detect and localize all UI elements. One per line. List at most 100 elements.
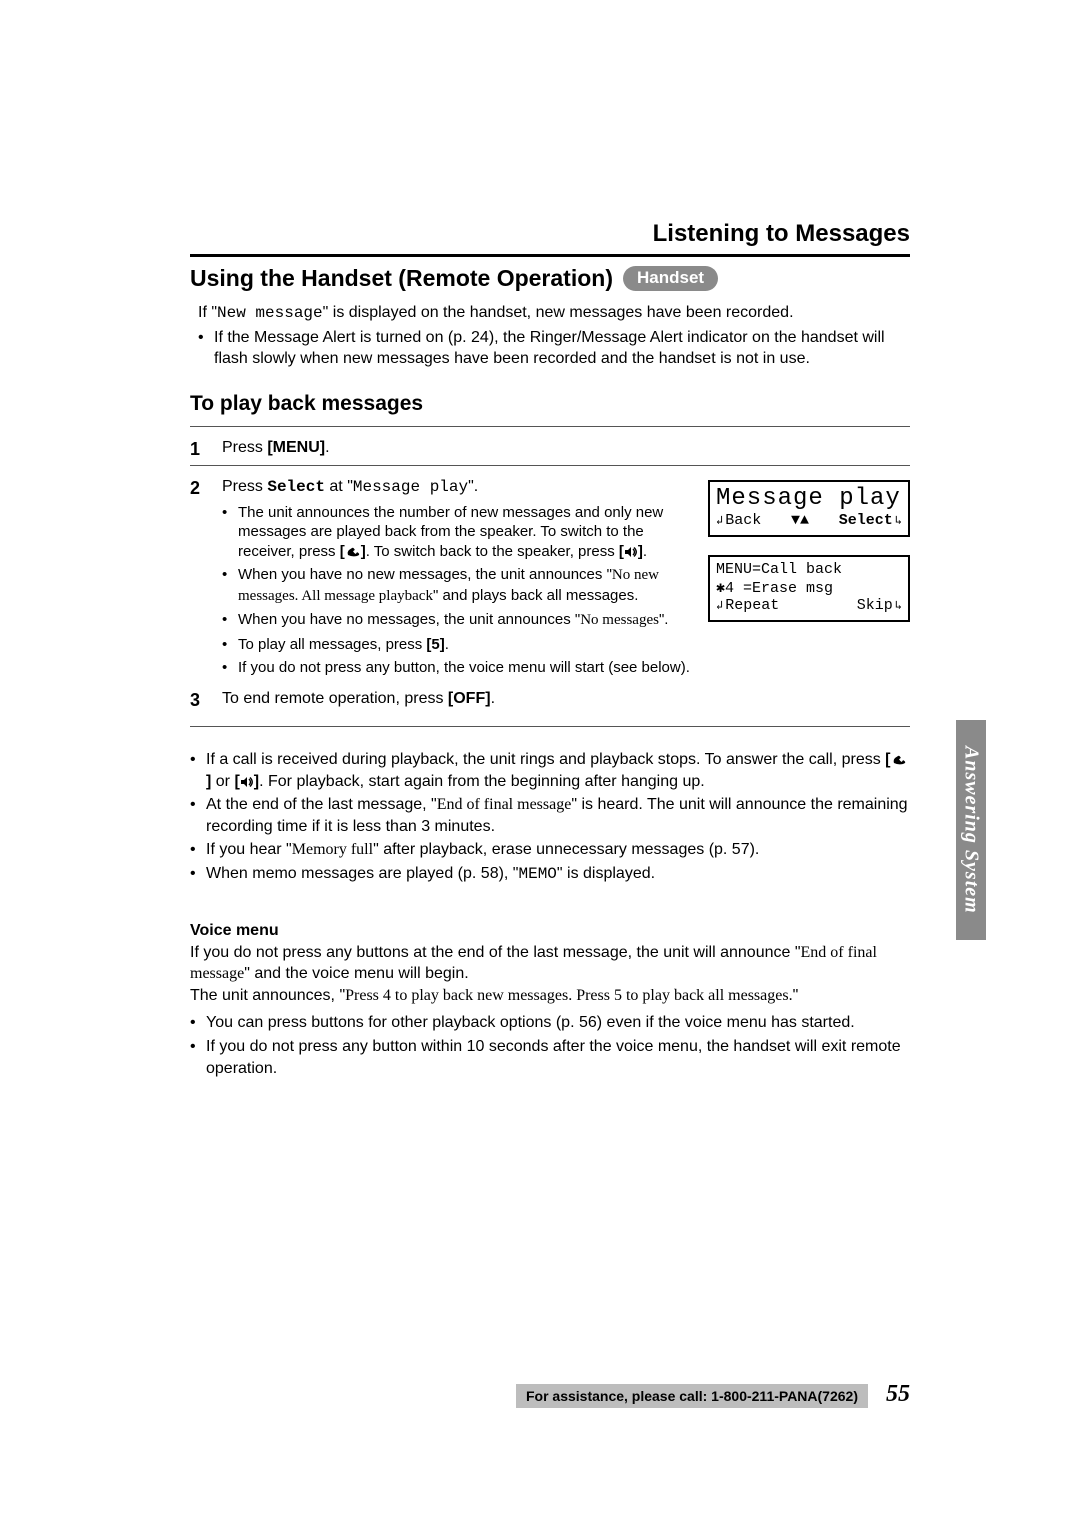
step-2: 2 Press Select at "Message play". • The …	[190, 476, 690, 678]
step-number: 3	[190, 688, 210, 712]
sub-bullet: • When you have no messages, the unit an…	[222, 610, 690, 631]
bullet-icon: •	[222, 658, 232, 678]
text: To play all messages, press [5].	[238, 635, 449, 655]
step-number: 1	[190, 437, 210, 461]
step-text: Press Select at "Message play". • The un…	[222, 476, 690, 678]
text: . To switch back to the speaker, press	[366, 543, 619, 560]
left-arrow-icon: ↲	[716, 600, 723, 612]
intro-line: If "New message" is displayed on the han…	[198, 302, 910, 325]
text: .	[643, 543, 647, 560]
manual-page: Listening to Messages Using the Handset …	[0, 0, 1080, 1528]
note-bullet: • When memo messages are played (p. 58),…	[190, 863, 910, 886]
section-tab-label: Answering System	[960, 746, 983, 914]
text: If you do not press any buttons at the e…	[190, 944, 801, 961]
step-text: Press [MENU].	[222, 437, 910, 461]
text: " and plays back all messages.	[433, 587, 638, 604]
text: or	[211, 773, 234, 790]
bullet-icon: •	[222, 635, 232, 655]
text: You can press buttons for other playback…	[206, 1012, 855, 1034]
heading-rule	[190, 254, 910, 257]
bullet-icon: •	[198, 327, 208, 370]
handset-badge: Handset	[623, 266, 718, 291]
sub-bullet: • If you do not press any button, the vo…	[222, 658, 690, 678]
lcd-column: Message play ↲Back ▼▲ Select↳ MENU=Call …	[708, 476, 910, 640]
step-2-row: 2 Press Select at "Message play". • The …	[190, 476, 910, 716]
text: When you have no messages, the unit anno…	[238, 610, 668, 631]
voice-text: End of final message	[437, 796, 572, 813]
text: . For playback, start again from the beg…	[259, 773, 705, 790]
text: "	[793, 987, 799, 1004]
bullet-icon: •	[190, 1012, 200, 1034]
assistance-banner: For assistance, please call: 1-800-211-P…	[516, 1384, 868, 1408]
text: " after playback, erase unnecessary mess…	[373, 841, 759, 858]
text: The unit announces the number of new mes…	[238, 503, 690, 562]
key-label: [OFF]	[448, 690, 491, 707]
bullet-icon: •	[190, 863, 200, 886]
bullet-icon: •	[222, 503, 232, 562]
bullet-icon: •	[222, 610, 232, 631]
softkey-name: Select	[267, 478, 325, 496]
title-row: Using the Handset (Remote Operation) Han…	[190, 265, 910, 292]
intro-block: If "New message" is displayed on the han…	[198, 302, 910, 370]
text: If the Message Alert is turned on (p. 24…	[214, 327, 910, 370]
text: Select	[839, 512, 893, 529]
text: When memo messages are played (p. 58), "	[206, 865, 518, 882]
lcd-screen-1: Message play ↲Back ▼▲ Select↳	[708, 480, 910, 537]
bullet-icon: •	[222, 565, 232, 606]
bullet-icon: •	[190, 1036, 200, 1079]
text: ".	[468, 478, 478, 495]
text: If you hear "Memory full" after playback…	[206, 839, 759, 861]
talk-icon	[891, 754, 907, 766]
text: ".	[659, 611, 669, 628]
text: When you have no new messages, the unit …	[238, 566, 612, 583]
text: At the end of the last message, "	[206, 796, 437, 813]
text: If you do not press any button within 10…	[206, 1036, 910, 1079]
text: " is displayed.	[557, 865, 655, 882]
lcd-softkeys: ↲Back ▼▲ Select↳	[716, 512, 902, 529]
softkey-back: ↲Back	[716, 512, 761, 529]
text: " is displayed on the handset, new messa…	[323, 304, 794, 321]
text-mono: Message play	[353, 478, 468, 496]
softkey-select: Select↳	[839, 512, 902, 529]
text: at "	[325, 478, 353, 495]
step-3: 3 To end remote operation, press [OFF].	[190, 688, 690, 712]
speakerphone-icon	[240, 776, 254, 788]
text: To end remote operation, press	[222, 690, 448, 707]
text: .	[491, 690, 495, 707]
text-mono: MEMO	[518, 865, 556, 883]
rule	[190, 426, 910, 427]
text: Press	[222, 478, 267, 495]
lcd-softkeys: ↲Repeat Skip↳	[716, 597, 902, 614]
text: .	[445, 636, 449, 653]
softkey-skip: Skip↳	[857, 597, 902, 614]
text: Press	[222, 439, 267, 456]
page-footer: For assistance, please call: 1-800-211-P…	[190, 1381, 910, 1408]
softkey-repeat: ↲Repeat	[716, 597, 779, 614]
lcd-line: MENU=Call back	[716, 561, 902, 578]
voice-text: Memory full	[292, 841, 373, 858]
talk-icon	[345, 546, 361, 558]
text: When you have no messages, the unit anno…	[238, 611, 580, 628]
speakerphone-icon	[624, 546, 638, 558]
step-number: 2	[190, 476, 210, 678]
bullet-icon: •	[190, 794, 200, 837]
sub-bullet: • The unit announces the number of new m…	[222, 503, 690, 562]
note-bullet: • If you hear "Memory full" after playba…	[190, 839, 910, 861]
voice-text: No messages	[580, 612, 659, 628]
text: The unit announces, "	[190, 987, 345, 1004]
text: Repeat	[725, 597, 779, 614]
text-mono: New message	[217, 304, 323, 322]
voice-menu-p2: The unit announces, "Press 4 to play bac…	[190, 985, 910, 1007]
text: " and the voice menu will begin.	[244, 965, 468, 982]
step-1: 1 Press [MENU].	[190, 437, 910, 461]
lcd-title: Message play	[716, 486, 902, 512]
key-label: [MENU]	[267, 439, 325, 456]
rule	[190, 726, 910, 727]
lcd-screen-2: MENU=Call back ✱4 =Erase msg ↲Repeat Ski…	[708, 555, 910, 622]
text: If a call is received during playback, t…	[206, 751, 885, 768]
voice-menu-block: If you do not press any buttons at the e…	[190, 942, 910, 1080]
text: When you have no new messages, the unit …	[238, 565, 690, 606]
page-title: Using the Handset (Remote Operation)	[190, 265, 613, 292]
text: Skip	[857, 597, 893, 614]
nav-arrows-icon: ▼▲	[791, 512, 809, 529]
